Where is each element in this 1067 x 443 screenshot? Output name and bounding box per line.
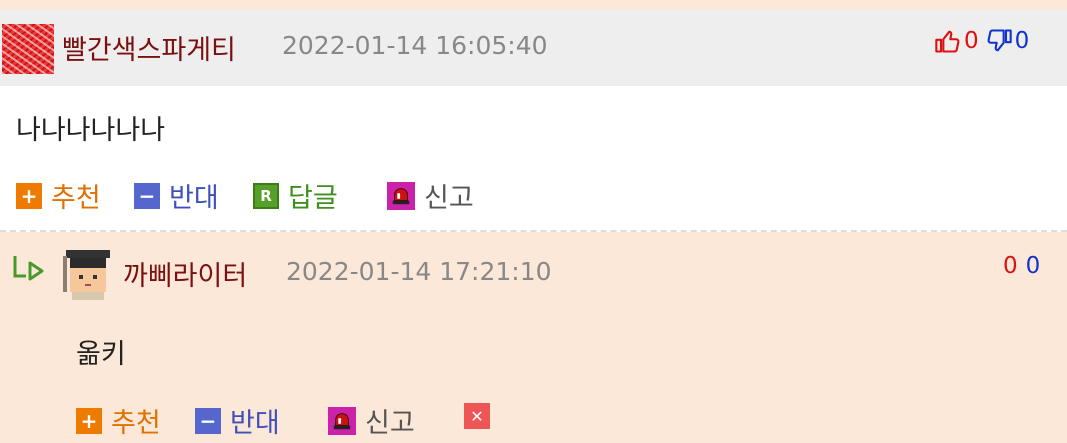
comment-text: 나나나나나나	[16, 115, 166, 146]
close-icon: ✕	[464, 403, 490, 429]
comment-text: 옮키	[76, 339, 126, 370]
siren-icon	[328, 406, 356, 435]
oppose-label: 반대	[230, 408, 280, 439]
comment-datetime: 2022-01-14 17:21:10	[286, 257, 552, 286]
upvote-count: 0	[1003, 253, 1018, 279]
thumbs-down-icon[interactable]	[985, 27, 1013, 55]
report-button[interactable]: 신고	[387, 176, 474, 215]
minus-icon: −	[134, 182, 160, 209]
recommend-button[interactable]: + 추천	[76, 401, 161, 440]
delete-button[interactable]: ✕	[464, 403, 499, 429]
report-button[interactable]: 신고	[328, 401, 415, 440]
reply-button[interactable]: R 답글	[253, 176, 338, 215]
oppose-button[interactable]: − 반대	[195, 401, 280, 440]
comment-nickname[interactable]: 빨간색스파게티	[62, 28, 236, 67]
reply-arrow-icon	[13, 256, 44, 281]
report-label: 신고	[424, 183, 474, 214]
recommend-button[interactable]: + 추천	[16, 176, 101, 215]
plus-icon: +	[76, 407, 102, 434]
recommend-label: 추천	[51, 183, 101, 214]
recommend-label: 추천	[111, 408, 161, 439]
reply-badge-icon: R	[253, 182, 279, 209]
vote-counter: 0 0	[934, 27, 1029, 55]
thumbs-up-icon[interactable]	[934, 27, 962, 55]
comment-datetime: 2022-01-14 16:05:40	[282, 31, 548, 60]
downvote-count: 0	[1014, 28, 1030, 54]
report-label: 신고	[365, 408, 415, 439]
reply-label: 답글	[288, 183, 338, 214]
oppose-label: 반대	[169, 183, 219, 214]
comment-nickname[interactable]: 까삐라이터	[123, 254, 247, 293]
upvote-count: 0	[964, 28, 979, 54]
downvote-count: 0	[1025, 253, 1041, 279]
vote-counter: 0 0	[1003, 253, 1040, 279]
avatar[interactable]	[2, 24, 54, 74]
top-strip	[0, 0, 1067, 10]
avatar[interactable]	[60, 244, 116, 300]
minus-icon: −	[195, 407, 221, 434]
plus-icon: +	[16, 182, 42, 209]
oppose-button[interactable]: − 반대	[134, 176, 219, 215]
siren-icon	[387, 181, 415, 210]
